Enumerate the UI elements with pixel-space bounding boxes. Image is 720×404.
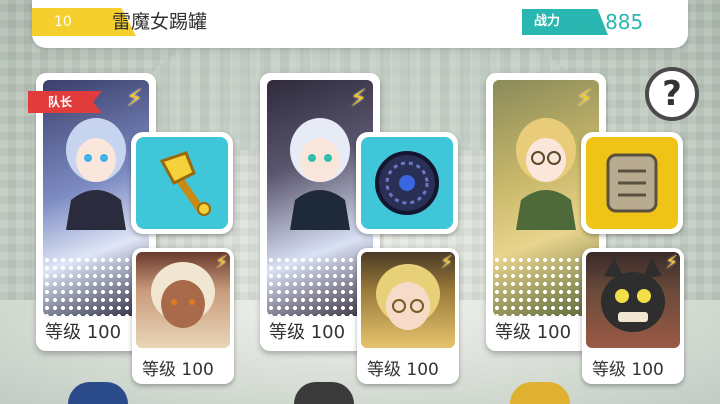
sub-member-card-1[interactable]: ⚡ 等级 100 [132, 248, 234, 384]
lightning-icon: ⚡ [665, 252, 678, 273]
help-button[interactable]: ? [645, 67, 699, 121]
stone-tablet-icon [586, 137, 678, 229]
partial-sprite-middle [294, 382, 354, 404]
character-silhouette [290, 118, 350, 230]
sub-member-card-3[interactable]: ⚡ 等级 100 [582, 248, 684, 384]
sub-member-level: 等级 100 [142, 360, 214, 380]
member-level: 等级 100 [45, 322, 122, 343]
equipment-slot-3[interactable] [581, 132, 683, 234]
lightning-icon: ⚡ [126, 84, 143, 112]
character-silhouette [516, 118, 576, 230]
team-name[interactable]: 雷魔女踢罐 [112, 8, 207, 36]
lightning-icon: ⚡ [576, 84, 593, 112]
equipment-slot-1[interactable] [131, 132, 233, 234]
equipment-slot-2[interactable] [356, 132, 458, 234]
sub-member-level: 等级 100 [367, 360, 439, 380]
golden-axe-icon [136, 137, 228, 229]
member-level: 等级 100 [495, 322, 572, 343]
lightning-icon: ⚡ [350, 84, 367, 112]
partial-sprite-left [68, 382, 128, 404]
character-silhouette [66, 118, 126, 230]
lightning-icon: ⚡ [215, 252, 228, 273]
sub-member-level: 等级 100 [592, 360, 664, 380]
power-value: 8,885 [586, 10, 644, 34]
dark-orb-icon [361, 137, 453, 229]
team-header: 10 雷魔女踢罐 战力 8,885 [32, 0, 688, 48]
captain-ribbon: 队长 [28, 91, 102, 113]
sub-member-card-2[interactable]: ⚡ 等级 100 [357, 248, 459, 384]
partial-sprite-right [510, 382, 570, 404]
lightning-icon: ⚡ [440, 252, 453, 273]
member-level: 等级 100 [269, 322, 346, 343]
